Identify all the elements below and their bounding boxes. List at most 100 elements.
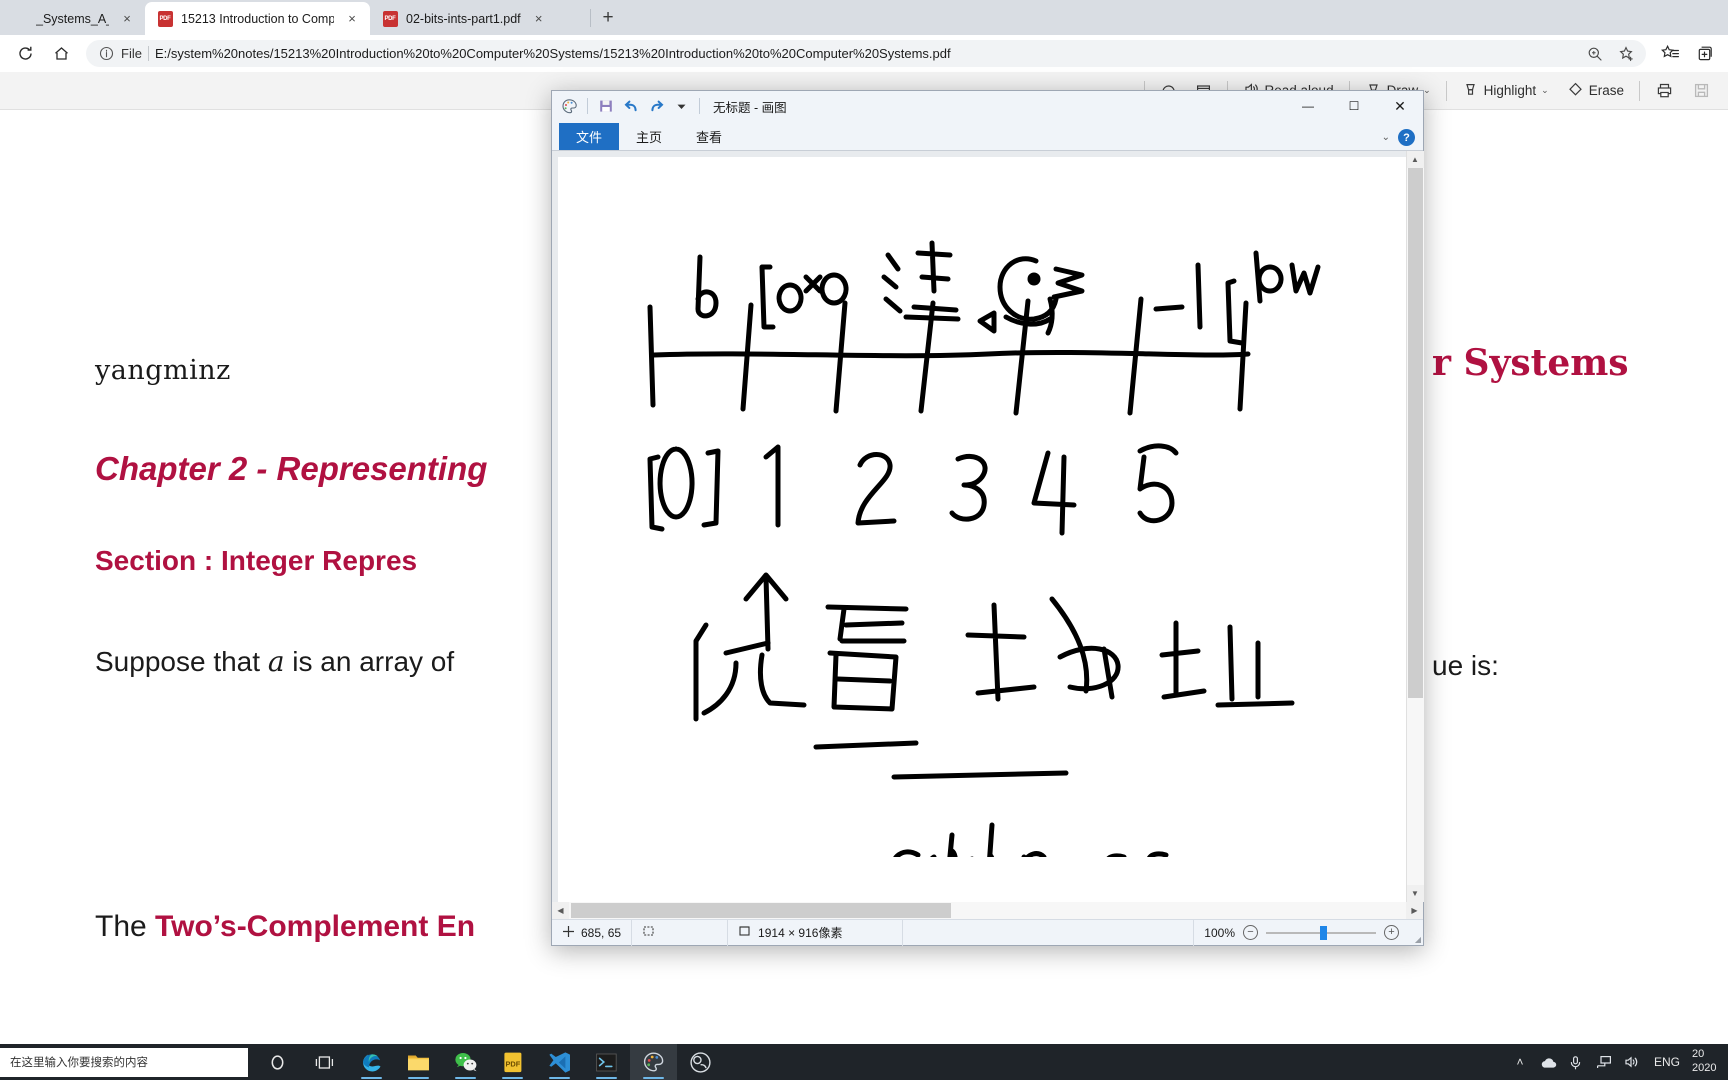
ribbon-tab-view[interactable]: 查看	[679, 123, 739, 150]
body-text-part1: Suppose that	[95, 646, 268, 677]
info-icon[interactable]	[98, 45, 115, 62]
collections-icon[interactable]	[1688, 39, 1720, 69]
wechat-icon[interactable]	[442, 1044, 489, 1080]
selection-size-cell	[632, 919, 729, 946]
paint-window[interactable]: 无标题 - 画图 — ☐ ✕ 文件 主页 查看 ⌄ ? ▲ ▼ ◀ ▶ 685,…	[551, 90, 1424, 946]
palette-icon[interactable]	[559, 96, 579, 116]
window-resize-grip[interactable]: ◢	[1409, 920, 1423, 946]
search-placeholder: 在这里输入你要搜索的内容	[10, 1057, 148, 1069]
tab-close-icon[interactable]: ×	[342, 9, 362, 29]
ribbon-tab-file[interactable]: 文件	[559, 123, 620, 150]
omnibox-url-text[interactable]: E:/system%20notes/15213%20Introduction%2…	[155, 46, 1576, 61]
paint-titlebar[interactable]: 无标题 - 画图 — ☐ ✕	[552, 91, 1423, 121]
toolbar-separator	[1445, 80, 1447, 101]
zoom-in-button[interactable]: +	[1384, 925, 1399, 940]
canvas-vertical-scrollbar[interactable]: ▲ ▼	[1406, 151, 1424, 902]
highlight-button[interactable]: Highlight ⌄	[1455, 76, 1556, 106]
document-title-fragment: r Systems	[1432, 342, 1629, 384]
zoom-out-button[interactable]: −	[1243, 925, 1258, 940]
pdf-icon: PDF	[157, 10, 173, 27]
close-button[interactable]: ✕	[1377, 91, 1423, 121]
chevron-down-icon[interactable]: ⌄	[1423, 85, 1431, 96]
document-author: yangminz	[95, 355, 231, 386]
zoom-search-icon[interactable]	[1582, 42, 1608, 66]
home-icon[interactable]	[44, 39, 78, 69]
chevron-down-icon[interactable]: ⌄	[1541, 85, 1549, 96]
browser-tab-0[interactable]: _Systems_A_Programm ×	[0, 2, 145, 35]
file-explorer-icon[interactable]	[395, 1044, 442, 1080]
paint-canvas[interactable]	[558, 157, 1406, 902]
pdf-app-icon[interactable]: PDF	[489, 1044, 536, 1080]
canvas-size-value: 1914 × 916像素	[758, 926, 843, 940]
browser-tab-2[interactable]: PDF 02-bits-ints-part1.pdf ×	[370, 2, 588, 35]
paint-icon[interactable]	[630, 1044, 677, 1080]
vscroll-thumb[interactable]	[1407, 168, 1423, 698]
undo-icon[interactable]	[621, 96, 641, 116]
minimize-button[interactable]: —	[1285, 91, 1331, 121]
favorites-list-icon[interactable]	[1654, 39, 1686, 69]
erase-button[interactable]: Erase	[1560, 76, 1631, 106]
cortana-circle-icon[interactable]	[254, 1044, 301, 1080]
omnibox-separator	[147, 46, 149, 61]
scroll-right-icon[interactable]: ▶	[1406, 902, 1423, 919]
canvas-size-icon	[738, 924, 752, 941]
status-spacer	[903, 919, 1195, 946]
zoom-slider[interactable]	[1266, 925, 1376, 940]
star-add-icon[interactable]	[1614, 42, 1640, 66]
ribbon-right-controls: ⌄ ?	[1382, 129, 1423, 150]
help-icon[interactable]: ?	[1398, 129, 1415, 146]
scroll-left-icon[interactable]: ◀	[552, 902, 569, 919]
crosshair-icon	[562, 925, 575, 941]
tab-close-icon[interactable]: ×	[117, 9, 137, 29]
vscode-icon[interactable]	[536, 1044, 583, 1080]
volume-icon[interactable]	[1618, 1044, 1646, 1080]
omnibox[interactable]: File E:/system%20notes/15213%20Introduct…	[86, 40, 1646, 67]
taskbar-search-input[interactable]: 在这里输入你要搜索的内容	[0, 1047, 248, 1077]
onedrive-icon[interactable]	[1534, 1044, 1562, 1080]
quick-access-toolbar	[559, 96, 703, 116]
vscroll-track[interactable]	[1406, 168, 1424, 885]
zoom-slider-knob[interactable]	[1320, 925, 1327, 940]
document-body-line: Suppose that a is an array of	[95, 645, 454, 678]
ribbon-collapse-icon[interactable]: ⌄	[1382, 132, 1390, 143]
qat-divider	[587, 98, 588, 114]
tray-expand-chevron-icon[interactable]: ˄	[1506, 1044, 1534, 1080]
redo-icon[interactable]	[646, 96, 666, 116]
paint-drawing	[647, 240, 1321, 857]
save-icon[interactable]	[596, 96, 616, 116]
scroll-up-icon[interactable]: ▲	[1406, 151, 1424, 168]
canvas-size-cell: 1914 × 916像素	[728, 919, 904, 946]
tab-close-icon[interactable]: ×	[529, 9, 549, 29]
toolbar-separator	[1639, 80, 1640, 101]
screen-root: _Systems_A_Programm × PDF 15213 Introduc…	[0, 0, 1728, 1080]
canvas-horizontal-scrollbar[interactable]: ◀ ▶	[552, 902, 1423, 919]
ribbon-tab-home[interactable]: 主页	[619, 123, 679, 150]
browser-tab-1[interactable]: PDF 15213 Introduction to Computer ×	[145, 2, 370, 35]
document-section-heading: Section : Integer Repres	[95, 545, 418, 576]
document-subheading: The Two’s-Complement En	[95, 910, 475, 944]
edge-icon[interactable]	[348, 1044, 395, 1080]
save-button[interactable]	[1685, 76, 1718, 106]
taskbar-clock[interactable]: 20 2020	[1688, 1048, 1724, 1076]
document-chapter-heading: Chapter 2 - Representing	[95, 450, 488, 487]
obs-icon[interactable]	[677, 1044, 724, 1080]
hscroll-track[interactable]	[569, 902, 1406, 919]
refresh-icon[interactable]	[8, 39, 42, 69]
body-text-part2: is an array of	[284, 646, 455, 677]
task-view-icon[interactable]	[301, 1044, 348, 1080]
customize-chevron-icon[interactable]	[671, 96, 691, 116]
cursor-position-cell: 685, 65	[552, 919, 633, 946]
new-tab-button[interactable]: +	[593, 4, 623, 32]
pdf-icon: PDF	[382, 10, 398, 27]
blank-page-icon	[12, 11, 28, 27]
highlighter-icon	[1462, 81, 1479, 101]
scroll-down-icon[interactable]: ▼	[1406, 885, 1424, 902]
omnibox-scheme-label: File	[121, 46, 142, 61]
maximize-button[interactable]: ☐	[1331, 91, 1377, 121]
microphone-icon[interactable]	[1562, 1044, 1590, 1080]
print-button[interactable]	[1648, 76, 1681, 106]
terminal-icon[interactable]	[583, 1044, 630, 1080]
network-icon[interactable]	[1590, 1044, 1618, 1080]
language-indicator[interactable]: ENG	[1646, 1055, 1688, 1069]
hscroll-thumb[interactable]	[571, 903, 951, 918]
